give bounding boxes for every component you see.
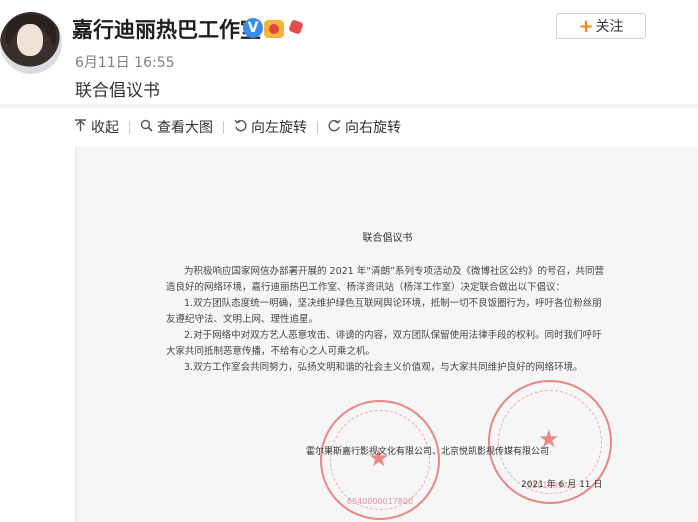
gift-badge-icon[interactable] xyxy=(288,19,304,37)
toolbar-separator xyxy=(129,120,130,134)
follow-button[interactable]: + 关注 xyxy=(556,13,646,39)
toolbar-separator xyxy=(223,120,224,134)
seal-number: 6540000017800 xyxy=(346,497,414,506)
collapse-label: 收起 xyxy=(91,120,119,136)
toolbar-separator xyxy=(317,120,318,134)
rotate-right-button[interactable]: 向右旋转 xyxy=(328,117,401,137)
post-timestamp[interactable]: 6月11日 16:55 xyxy=(75,52,175,72)
image-toolbar: 收起 查看大图 向左旋转 向右旋转 xyxy=(74,116,401,138)
document-title: 联合倡议书 xyxy=(362,233,413,244)
verified-icon: V xyxy=(243,18,263,38)
magnifier-icon xyxy=(140,119,153,136)
rotate-left-icon xyxy=(234,119,247,136)
company-seal-1: ★ 6540000017800 xyxy=(320,400,440,520)
document-item-3: 3.双方工作室会共同努力，弘扬文明和谐的社会主义价值观，与大家共同维护良好的网络… xyxy=(184,362,583,373)
username[interactable]: 嘉行迪丽热巴工作室 xyxy=(72,14,261,44)
member-badge-icon[interactable] xyxy=(264,20,284,38)
document-date: 2021 年 6 月 11 日 xyxy=(521,480,603,490)
document-item-1: 1.双方团队态度统一明确，坚决维护绿色互联网舆论环境，抵制一切不良饭圈行为，呼吁… xyxy=(166,298,602,325)
document-image[interactable]: 联合倡议书 为积极响应国家网信办部署开展的 2021 年“清朗”系列专项活动及《… xyxy=(75,146,698,522)
document-body: 为积极响应国家网信办部署开展的 2021 年“清朗”系列专项活动及《微博社区公约… xyxy=(166,264,606,376)
collapse-button[interactable]: 收起 xyxy=(74,117,119,137)
rotate-right-label: 向右旋转 xyxy=(345,120,401,136)
document-intro: 为积极响应国家网信办部署开展的 2021 年“清朗”系列专项活动及《微博社区公约… xyxy=(166,266,605,293)
divider xyxy=(0,104,698,108)
document-signature: 霍尔果斯嘉行影视文化有限公司、北京悦凯影视传媒有限公司 xyxy=(306,447,550,457)
avatar[interactable] xyxy=(0,12,62,74)
collapse-icon xyxy=(74,118,87,136)
rotate-left-button[interactable]: 向左旋转 xyxy=(234,117,307,137)
rotate-left-label: 向左旋转 xyxy=(251,120,307,136)
avatar-face xyxy=(17,24,43,56)
plus-icon: + xyxy=(578,15,594,37)
post-text: 联合倡议书 xyxy=(75,81,160,101)
document-item-2: 2.对于网络中对双方艺人恶意攻击、诽谤的内容，双方团队保留使用法律手段的权利。同… xyxy=(166,330,602,357)
follow-label: 关注 xyxy=(595,19,624,35)
view-large-label: 查看大图 xyxy=(157,120,213,136)
rotate-right-icon xyxy=(328,119,341,136)
view-large-button[interactable]: 查看大图 xyxy=(140,117,213,137)
